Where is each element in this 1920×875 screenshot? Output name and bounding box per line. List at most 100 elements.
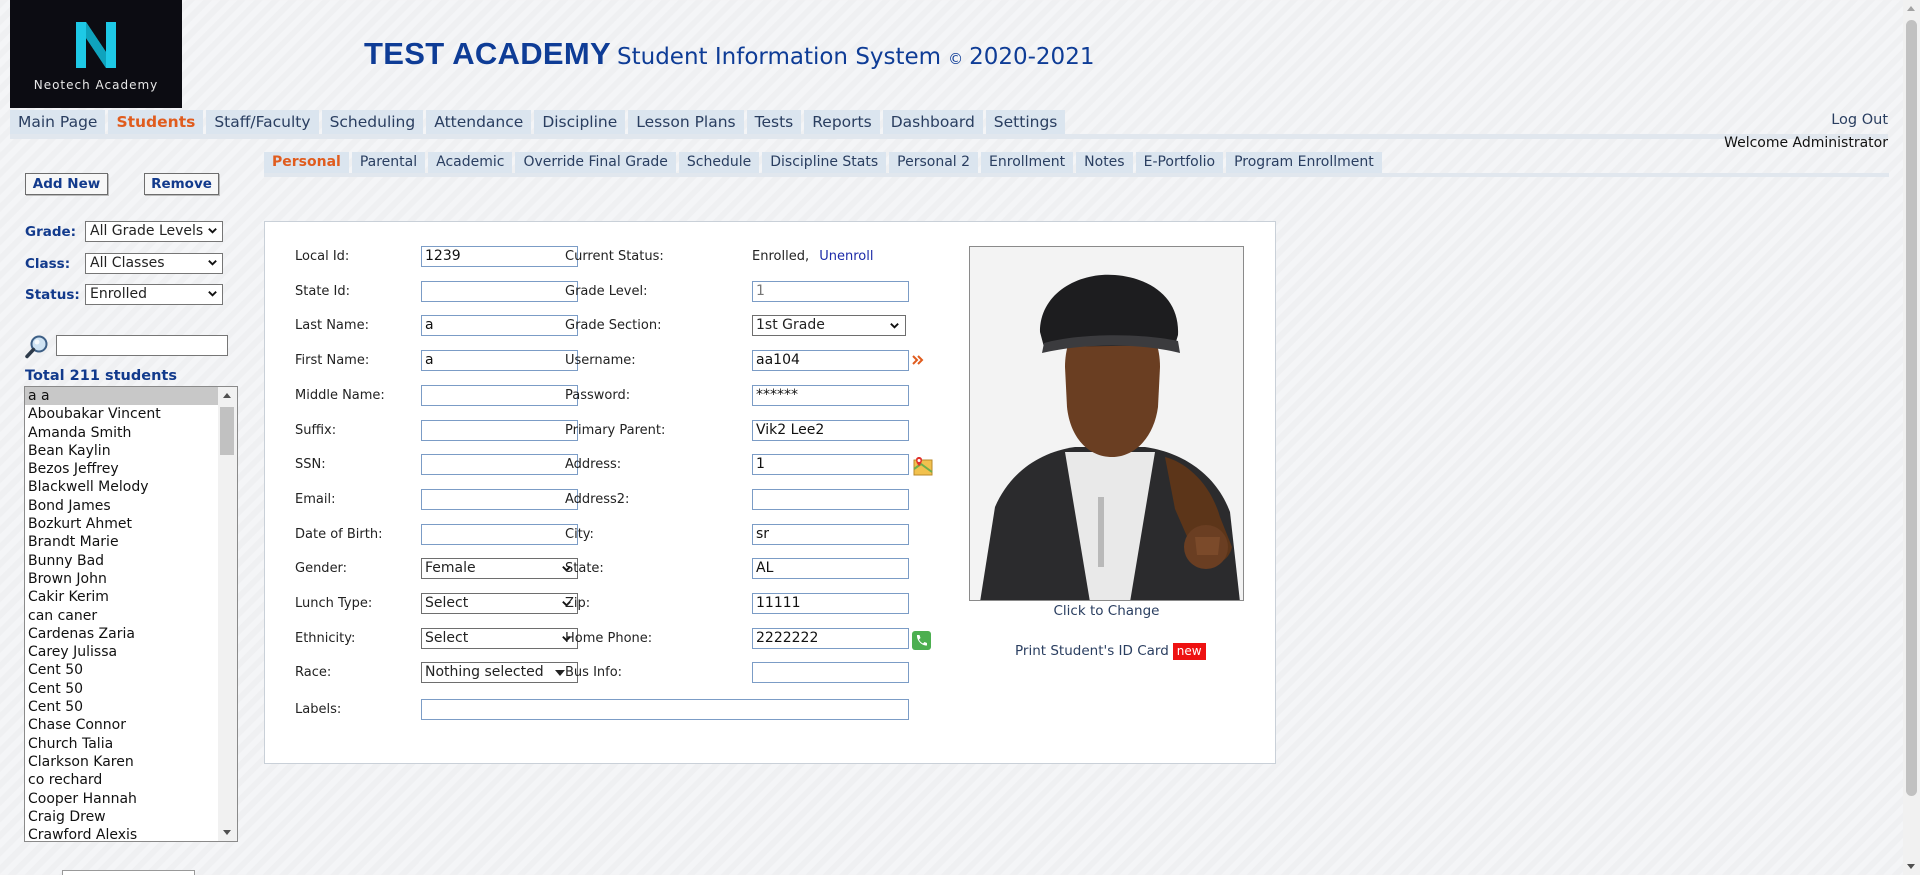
zip-input[interactable]: 11111	[752, 593, 909, 614]
main-tab-attendance[interactable]: Attendance	[426, 110, 532, 134]
student-list-item[interactable]: Aboubakar Vincent	[25, 405, 218, 423]
student-list-item[interactable]: Cent 50	[25, 661, 218, 679]
print-id-card-link[interactable]: Print Student's ID Card new	[1015, 643, 1206, 660]
page-scrollbar-thumb[interactable]	[1906, 20, 1917, 796]
grade-section-select[interactable]: 1st Grade	[752, 315, 906, 337]
ethnicity-select[interactable]: Select	[421, 627, 578, 649]
main-tab-staff-faculty[interactable]: Staff/Faculty	[206, 110, 319, 134]
student-list-item[interactable]: Bond James	[25, 497, 218, 515]
ssn-input[interactable]	[421, 454, 578, 476]
student-list-item[interactable]: Cent 50	[25, 698, 218, 716]
grade-filter-select[interactable]: All Grade Levels	[85, 221, 223, 242]
race-select[interactable]: Nothing selected	[421, 662, 578, 684]
search-icon[interactable]	[24, 334, 50, 360]
middle-name-input[interactable]	[421, 384, 578, 406]
username-input[interactable]: aa104	[752, 350, 909, 372]
sub-tab-program-enrollment[interactable]: Program Enrollment	[1226, 152, 1382, 173]
student-list-item[interactable]: Cent 50	[25, 680, 218, 698]
student-list-item[interactable]: Brandt Marie	[25, 533, 218, 551]
sub-tab-discipline-stats[interactable]: Discipline Stats	[762, 152, 887, 173]
student-list-item[interactable]: Clarkson Karen	[25, 753, 218, 771]
main-tab-dashboard[interactable]: Dashboard	[882, 110, 983, 134]
student-list-item[interactable]: Blackwell Melody	[25, 478, 218, 496]
add-new-button[interactable]: Add New	[25, 173, 108, 195]
unenroll-link[interactable]: Unenroll	[819, 249, 873, 264]
scroll-down-arrow-icon[interactable]	[223, 830, 231, 835]
scrollbar-thumb[interactable]	[220, 407, 234, 455]
student-list-item[interactable]: Craig Drew	[25, 808, 218, 826]
student-list-item[interactable]: Cooper Hannah	[25, 790, 218, 808]
main-tab-discipline[interactable]: Discipline	[534, 110, 626, 134]
main-tab-lesson-plans[interactable]: Lesson Plans	[628, 110, 744, 134]
student-list-item[interactable]: Church Talia	[25, 735, 218, 753]
scroll-down-arrow-icon[interactable]	[1907, 864, 1915, 869]
remove-button[interactable]: Remove	[144, 173, 219, 195]
state-input[interactable]: AL	[752, 558, 909, 580]
student-list-item[interactable]: Cardenas Zaria	[25, 625, 218, 643]
student-list-item[interactable]: can caner	[25, 607, 218, 625]
local-id-input[interactable]: 1239	[421, 246, 578, 267]
student-search-input[interactable]	[56, 335, 228, 356]
status-filter-select[interactable]: Enrolled	[85, 284, 223, 305]
main-tab-scheduling[interactable]: Scheduling	[321, 110, 424, 134]
student-photo[interactable]	[969, 246, 1244, 601]
sub-tab-override-final-grade[interactable]: Override Final Grade	[515, 152, 676, 173]
main-tab-tests[interactable]: Tests	[746, 110, 802, 134]
address2-input[interactable]	[752, 488, 909, 510]
school-logo[interactable]: Neotech Academy	[10, 0, 182, 108]
bottom-control-stub[interactable]	[62, 870, 195, 875]
student-list-item[interactable]: Amanda Smith	[25, 424, 218, 442]
city-input[interactable]: sr	[752, 523, 909, 545]
student-list-item[interactable]: Bean Kaylin	[25, 442, 218, 460]
sub-tab-notes[interactable]: Notes	[1076, 152, 1133, 173]
student-list-item[interactable]: Brown John	[25, 570, 218, 588]
sub-tab-personal-2[interactable]: Personal 2	[889, 152, 979, 173]
student-list-item[interactable]: Bozkurt Ahmet	[25, 515, 218, 533]
map-pin-icon[interactable]	[912, 456, 934, 476]
home-phone-input[interactable]: 2222222	[752, 627, 909, 649]
double-chevron-icon[interactable]	[912, 354, 924, 366]
main-tab-settings[interactable]: Settings	[985, 110, 1066, 134]
student-list-item[interactable]: Bunny Bad	[25, 552, 218, 570]
main-tab-reports[interactable]: Reports	[804, 110, 880, 134]
sub-tab-parental[interactable]: Parental	[351, 152, 426, 173]
state-id-input[interactable]	[421, 280, 578, 302]
class-filter-select[interactable]: All Classes	[85, 253, 223, 274]
date-of-birth-input[interactable]	[421, 523, 578, 545]
page-scrollbar[interactable]	[1903, 0, 1920, 875]
change-photo-link[interactable]: Click to Change	[969, 603, 1244, 619]
scroll-up-arrow-icon[interactable]	[1907, 6, 1915, 11]
password-input[interactable]: ******	[752, 384, 909, 406]
student-list-item[interactable]: Carey Julissa	[25, 643, 218, 661]
student-list-item[interactable]: Chase Connor	[25, 716, 218, 734]
sub-tab-enrollment[interactable]: Enrollment	[981, 152, 1074, 173]
primary-parent-input[interactable]: Vik2 Lee2	[752, 419, 909, 441]
student-list-scrollbar[interactable]	[218, 387, 237, 841]
scroll-up-arrow-icon[interactable]	[223, 393, 231, 398]
sub-tab-academic[interactable]: Academic	[428, 152, 513, 173]
labels-input[interactable]	[421, 699, 909, 720]
student-list-item[interactable]: Cakir Kerim	[25, 588, 218, 606]
bus-info-input[interactable]	[752, 662, 909, 684]
suffix-input[interactable]	[421, 419, 578, 441]
labels-label: Labels:	[295, 702, 342, 717]
main-tab-main-page[interactable]: Main Page	[10, 110, 106, 134]
gender-select[interactable]: Female	[421, 558, 578, 580]
logout-link[interactable]: Log Out	[1831, 112, 1888, 128]
sub-tab-personal[interactable]: Personal	[264, 152, 349, 173]
sub-tab-e-portfolio[interactable]: E-Portfolio	[1135, 152, 1224, 173]
phone-icon[interactable]	[912, 631, 931, 650]
email-input[interactable]	[421, 488, 578, 510]
main-tab-students[interactable]: Students	[108, 110, 204, 134]
last-name-input[interactable]: a	[421, 315, 578, 337]
student-list-item[interactable]: Bezos Jeffrey	[25, 460, 218, 478]
student-list-item[interactable]: co rechard	[25, 771, 218, 789]
student-list-item[interactable]: a a	[25, 387, 218, 406]
student-listbox[interactable]: a a Aboubakar Vincent Amanda Smith Bean Kay…	[24, 386, 238, 842]
student-list-item[interactable]: Crawford Alexis	[25, 826, 218, 841]
first-name-input[interactable]: a	[421, 350, 578, 372]
grade-level-input: 1	[752, 280, 909, 302]
address-input[interactable]: 1	[752, 454, 909, 476]
sub-tab-schedule[interactable]: Schedule	[678, 152, 760, 173]
lunch-type-select[interactable]: Select	[421, 593, 578, 614]
